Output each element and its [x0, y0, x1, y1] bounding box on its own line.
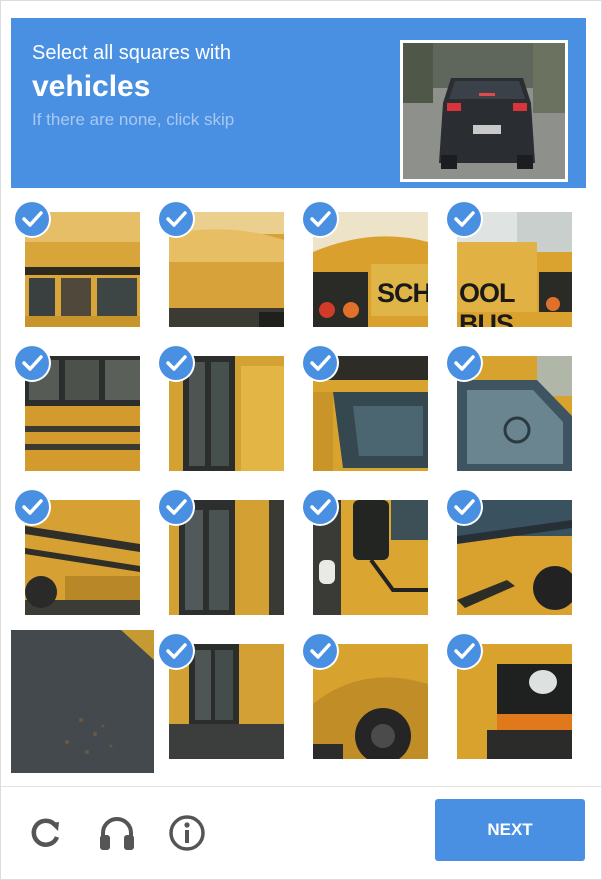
checkmark-icon — [15, 346, 49, 380]
checkmark-icon — [447, 634, 481, 668]
instruction-keyword: vehicles — [32, 70, 151, 103]
grid-tile[interactable] — [155, 486, 298, 629]
next-button[interactable]: NEXT — [435, 799, 585, 861]
grid-tile[interactable] — [299, 486, 442, 629]
grid-tile[interactable]: OOL BUS — [443, 198, 586, 341]
grid-tile[interactable] — [11, 198, 154, 341]
bus-sign-text: OOL BUS — [459, 278, 515, 327]
grid-tile-unselected[interactable] — [11, 630, 154, 773]
checkmark-icon — [15, 202, 49, 236]
headphones-icon[interactable] — [97, 813, 137, 853]
tile-image — [11, 630, 154, 773]
sample-image — [400, 40, 568, 182]
bus-sign-text: SCHC — [377, 278, 428, 308]
checkmark-icon — [159, 634, 193, 668]
checkmark-icon — [447, 346, 481, 380]
grid-tile[interactable] — [443, 630, 586, 773]
grid-tile[interactable] — [155, 342, 298, 485]
image-grid: SCHC OOL BUS — [11, 198, 586, 773]
info-icon[interactable] — [167, 813, 207, 853]
grid-tile[interactable] — [11, 486, 154, 629]
checkmark-icon — [303, 634, 337, 668]
checkmark-icon — [303, 490, 337, 524]
grid-tile[interactable] — [299, 342, 442, 485]
grid-tile[interactable] — [155, 198, 298, 341]
checkmark-icon — [303, 346, 337, 380]
checkmark-icon — [15, 490, 49, 524]
checkmark-icon — [303, 202, 337, 236]
captcha-footer: NEXT — [1, 786, 601, 880]
grid-tile[interactable] — [155, 630, 298, 773]
grid-tile[interactable] — [443, 486, 586, 629]
checkmark-icon — [159, 202, 193, 236]
grid-tile[interactable]: SCHC — [299, 198, 442, 341]
instruction-text: Select all squares with — [32, 42, 231, 64]
reload-icon[interactable] — [26, 813, 66, 853]
grid-tile[interactable] — [443, 342, 586, 485]
instruction-hint: If there are none, click skip — [32, 110, 235, 129]
grid-tile[interactable] — [11, 342, 154, 485]
instructions-header: Select all squares with vehicles If ther… — [11, 18, 586, 188]
checkmark-icon — [447, 202, 481, 236]
checkmark-icon — [159, 346, 193, 380]
grid-tile[interactable] — [299, 630, 442, 773]
checkmark-icon — [159, 490, 193, 524]
checkmark-icon — [447, 490, 481, 524]
captcha-frame: Select all squares with vehicles If ther… — [0, 0, 602, 880]
